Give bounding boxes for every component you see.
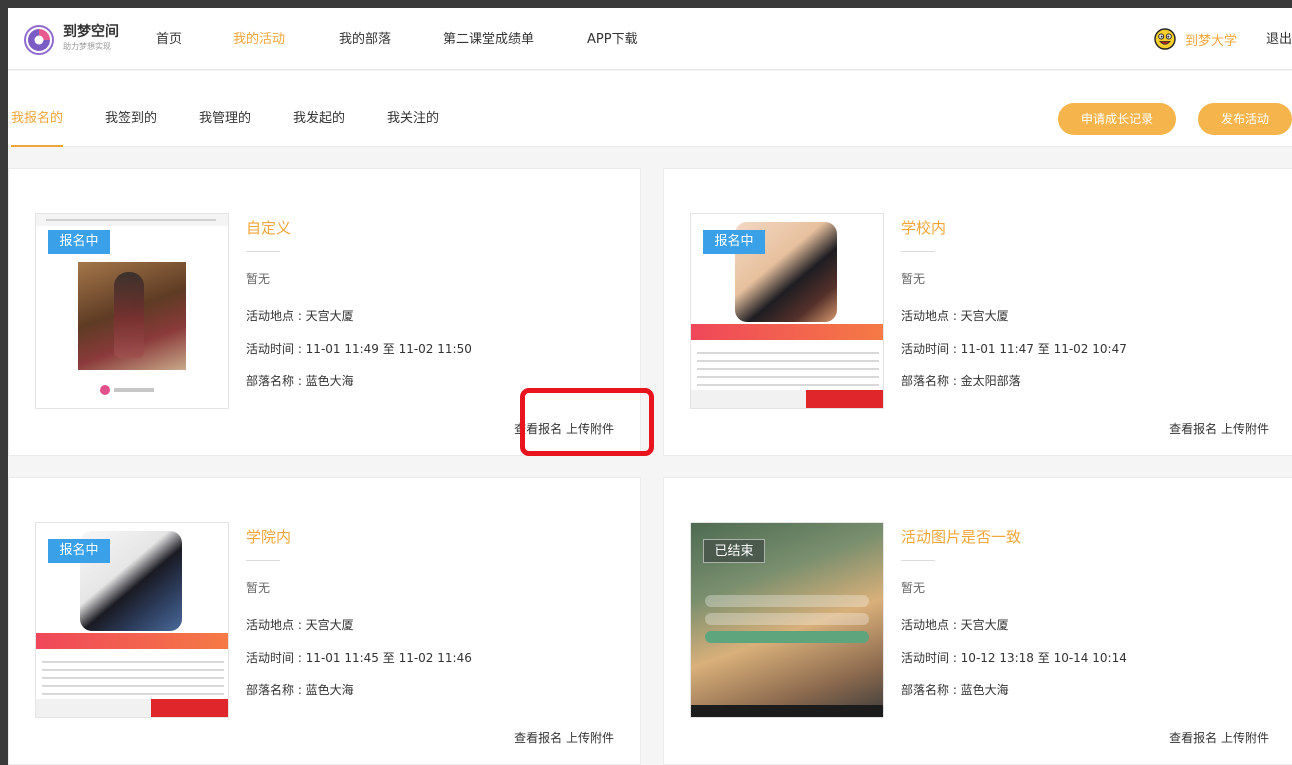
- title-divider: [901, 560, 935, 561]
- brand-name: 到梦空间: [63, 24, 119, 40]
- view-signups-link[interactable]: 查看报名: [1169, 422, 1217, 436]
- card-actions: 查看报名 上传附件: [514, 730, 614, 746]
- mini-logo-icon: [100, 384, 170, 396]
- top-header: 到梦空间 助力梦想实现 首页 我的活动 我的部落 第二课堂成绩单 APP下载 到…: [8, 8, 1292, 70]
- activity-location: 活动地点 : 天宫大厦: [246, 309, 354, 323]
- title-divider: [246, 560, 280, 561]
- activity-photo: [78, 262, 186, 370]
- activity-location: 活动地点 : 天宫大厦: [246, 618, 354, 632]
- title-divider: [901, 251, 935, 252]
- upload-attachment-link[interactable]: 上传附件: [1221, 422, 1269, 436]
- activity-title[interactable]: 活动图片是否一致: [901, 527, 1021, 547]
- login-input-shape: [705, 595, 869, 607]
- tab-initiated[interactable]: 我发起的: [293, 111, 345, 127]
- activity-thumbnail[interactable]: 报名中: [35, 522, 229, 718]
- nav-my-tribe[interactable]: 我的部落: [339, 32, 391, 48]
- product-text-lines: [42, 655, 224, 695]
- activity-time: 活动时间 : 11-01 11:49 至 11-02 11:50: [246, 342, 472, 356]
- phone-status-bar: [36, 214, 228, 226]
- view-signups-link[interactable]: 查看报名: [514, 731, 562, 745]
- view-signups-link[interactable]: 查看报名: [514, 422, 562, 436]
- card-actions: 查看报名 上传附件: [514, 421, 614, 437]
- growth-record-button[interactable]: 申请成长记录: [1058, 103, 1176, 135]
- logout-link[interactable]: 退出: [1266, 32, 1292, 48]
- user-menu[interactable]: 到梦大学: [1154, 28, 1237, 50]
- activity-desc: 暂无: [901, 581, 926, 595]
- activity-location: 活动地点 : 天宫大厦: [901, 309, 1009, 323]
- login-input-shape: [705, 613, 869, 625]
- shop-action-bar: [691, 390, 883, 408]
- activity-tribe: 部落名称 : 蓝色大海: [246, 374, 354, 388]
- activity-tribe: 部落名称 : 蓝色大海: [901, 683, 1009, 697]
- nav-transcript[interactable]: 第二课堂成绩单: [443, 32, 534, 48]
- nav-my-activities[interactable]: 我的活动: [233, 32, 285, 48]
- tab-checked-in[interactable]: 我签到的: [105, 111, 157, 127]
- nav-app-download[interactable]: APP下载: [587, 32, 638, 48]
- card-actions: 查看报名 上传附件: [1169, 421, 1269, 437]
- status-badge: 报名中: [48, 230, 110, 254]
- view-signups-link[interactable]: 查看报名: [1169, 731, 1217, 745]
- sub-tab-bar: 我报名的 我签到的 我管理的 我发起的 我关注的 申请成长记录 发布活动: [8, 71, 1292, 147]
- activity-title[interactable]: 学院内: [246, 527, 291, 547]
- activity-time: 活动时间 : 11-01 11:45 至 11-02 11:46: [246, 651, 472, 665]
- shop-action-bar: [36, 699, 228, 717]
- activity-tribe: 部落名称 : 蓝色大海: [246, 683, 354, 697]
- product-text-lines: [697, 346, 879, 386]
- activity-thumbnail[interactable]: 报名中: [690, 213, 884, 409]
- activity-card[interactable]: 报名中 自定义 暂无 活动地点 : 天宫大厦 活动时间 : 11-01 11:4…: [8, 168, 641, 456]
- activity-desc: 暂无: [246, 581, 271, 595]
- activity-card[interactable]: 报名中 学校内 暂无 活动地点 : 天宫大厦 活动时间 : 11-01 11:4…: [663, 168, 1292, 456]
- activity-card[interactable]: 报名中 学院内 暂无 活动地点 : 天宫大厦 活动时间 : 11-01 11:4…: [8, 477, 641, 765]
- title-divider: [246, 251, 280, 252]
- activity-title[interactable]: 学校内: [901, 218, 946, 238]
- activity-time: 活动时间 : 10-12 13:18 至 10-14 10:14: [901, 651, 1127, 665]
- publish-activity-button[interactable]: 发布活动: [1198, 103, 1292, 135]
- page-frame: 到梦空间 助力梦想实现 首页 我的活动 我的部落 第二课堂成绩单 APP下载 到…: [8, 8, 1292, 765]
- logo-icon[interactable]: [24, 25, 54, 55]
- activity-thumbnail[interactable]: 已结束: [690, 522, 884, 718]
- login-button-shape: [705, 631, 869, 643]
- activity-desc: 暂无: [901, 272, 926, 286]
- price-banner: [691, 324, 883, 340]
- activity-time: 活动时间 : 11-01 11:47 至 11-02 10:47: [901, 342, 1127, 356]
- activity-thumbnail[interactable]: 报名中: [35, 213, 229, 409]
- tab-managed[interactable]: 我管理的: [199, 111, 251, 127]
- upload-attachment-link[interactable]: 上传附件: [1221, 731, 1269, 745]
- card-actions: 查看报名 上传附件: [1169, 730, 1269, 746]
- status-badge: 报名中: [48, 539, 110, 563]
- activity-card[interactable]: 已结束 活动图片是否一致 暂无 活动地点 : 天宫大厦 活动时间 : 10-12…: [663, 477, 1292, 765]
- active-tab-indicator: [11, 145, 63, 147]
- activity-tribe: 部落名称 : 金太阳部落: [901, 374, 1021, 388]
- brand: 到梦空间 助力梦想实现: [63, 24, 119, 54]
- brand-slogan: 助力梦想实现: [63, 42, 111, 51]
- tab-following[interactable]: 我关注的: [387, 111, 439, 127]
- activity-desc: 暂无: [246, 272, 271, 286]
- status-badge: 报名中: [703, 230, 765, 254]
- nav-home[interactable]: 首页: [156, 32, 182, 48]
- user-name[interactable]: 到梦大学: [1185, 30, 1237, 49]
- tab-signed-up[interactable]: 我报名的: [11, 111, 63, 127]
- upload-attachment-link[interactable]: 上传附件: [566, 422, 614, 436]
- activity-title[interactable]: 自定义: [246, 218, 291, 238]
- price-banner: [36, 633, 228, 649]
- avatar-icon: [1154, 28, 1176, 50]
- upload-attachment-link[interactable]: 上传附件: [566, 731, 614, 745]
- android-nav-bar: [691, 705, 883, 717]
- activity-location: 活动地点 : 天宫大厦: [901, 618, 1009, 632]
- status-badge: 已结束: [703, 539, 765, 563]
